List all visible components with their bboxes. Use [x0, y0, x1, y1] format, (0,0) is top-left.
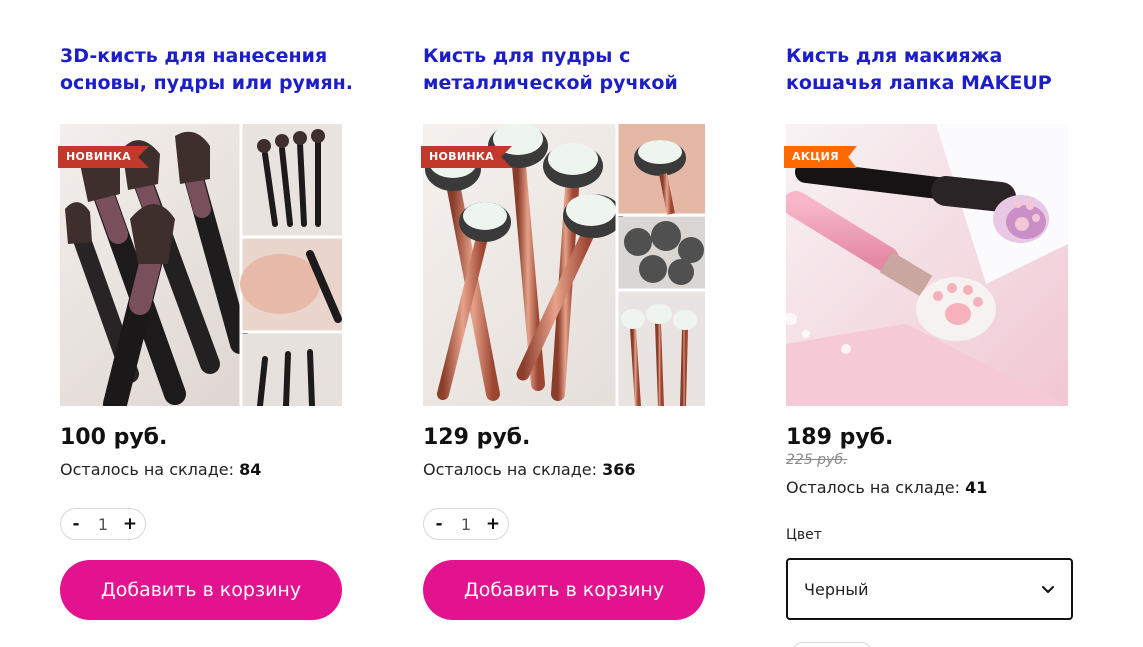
- chevron-down-icon: [1042, 586, 1054, 593]
- decrement-button[interactable]: -: [430, 514, 448, 534]
- stock-info: Осталось на складе: 84: [60, 459, 261, 481]
- increment-button[interactable]: +: [121, 514, 139, 534]
- new-badge: НОВИНКА: [421, 146, 512, 168]
- stock-info: Осталось на складе: 366: [423, 459, 635, 481]
- quantity-stepper: - 1 +: [60, 508, 146, 540]
- product-price: 189 руб.: [786, 425, 894, 450]
- new-badge: НОВИНКА: [58, 146, 149, 168]
- stock-value: 41: [965, 478, 988, 497]
- stock-label: Осталось на складе:: [786, 478, 960, 497]
- increment-button[interactable]: +: [484, 514, 502, 534]
- quantity-value[interactable]: 1: [452, 515, 480, 534]
- sale-badge: АКЦИЯ: [784, 146, 857, 168]
- stock-value: 84: [239, 460, 262, 479]
- product-price: 100 руб.: [60, 425, 168, 450]
- product-title-link[interactable]: Кисть для макияжа кошачья лапка MAKEUP: [786, 43, 1086, 97]
- decrement-button[interactable]: -: [67, 514, 85, 534]
- product-price: 129 руб.: [423, 425, 531, 450]
- color-option-label: Цвет: [786, 527, 822, 543]
- add-to-cart-button[interactable]: Добавить в корзину: [60, 560, 342, 620]
- stock-value: 366: [602, 460, 636, 479]
- product-title-link[interactable]: 3D-кисть для нанесения основы, пудры или…: [60, 43, 360, 97]
- quantity-stepper-partial[interactable]: [792, 642, 872, 647]
- stock-info: Осталось на складе: 41: [786, 477, 987, 499]
- stock-label: Осталось на складе:: [60, 460, 234, 479]
- color-select-value: Черный: [804, 579, 869, 599]
- quantity-stepper: - 1 +: [423, 508, 509, 540]
- quantity-value[interactable]: 1: [89, 515, 117, 534]
- add-to-cart-button[interactable]: Добавить в корзину: [423, 560, 705, 620]
- old-price: 225 руб.: [786, 452, 848, 468]
- product-grid: 3D-кисть для нанесения основы, пудры или…: [0, 0, 1143, 647]
- stock-label: Осталось на складе:: [423, 460, 597, 479]
- product-title-link[interactable]: Кисть для пудры с металлической ручкой: [423, 43, 723, 97]
- color-select[interactable]: Черный: [786, 558, 1073, 620]
